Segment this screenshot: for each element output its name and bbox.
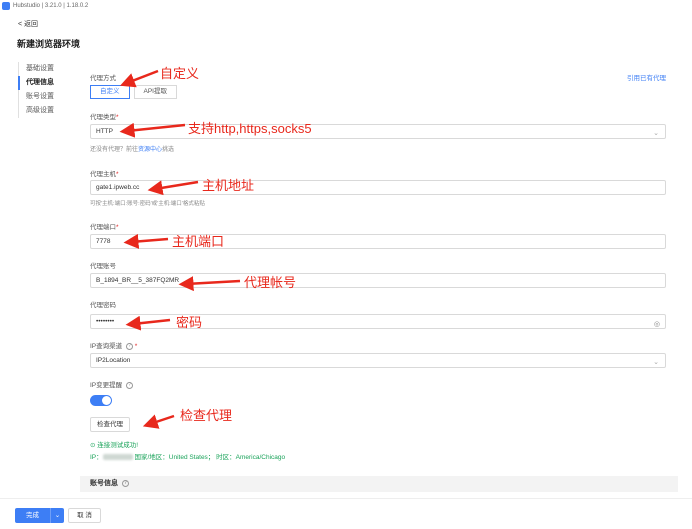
- annotation-check: 检查代理: [180, 408, 233, 423]
- arrow-custom: [120, 69, 159, 88]
- annotation-port: 主机端口: [172, 234, 225, 249]
- arrow-check: [142, 414, 175, 429]
- annotation-custom: 自定义: [160, 66, 200, 81]
- annotation-account: 代理帐号: [244, 275, 297, 290]
- annotation-protocols: 支持http,https,socks5: [188, 121, 312, 136]
- arrow-port: [123, 233, 169, 249]
- arrow-account: [178, 276, 241, 292]
- arrow-host: [147, 180, 199, 196]
- annotation-password: 密码: [176, 315, 203, 330]
- annotation-host: 主机地址: [202, 178, 255, 193]
- annotation-arrows: [119, 69, 241, 429]
- arrow-protocols: [119, 122, 186, 138]
- arrow-password: [125, 315, 171, 331]
